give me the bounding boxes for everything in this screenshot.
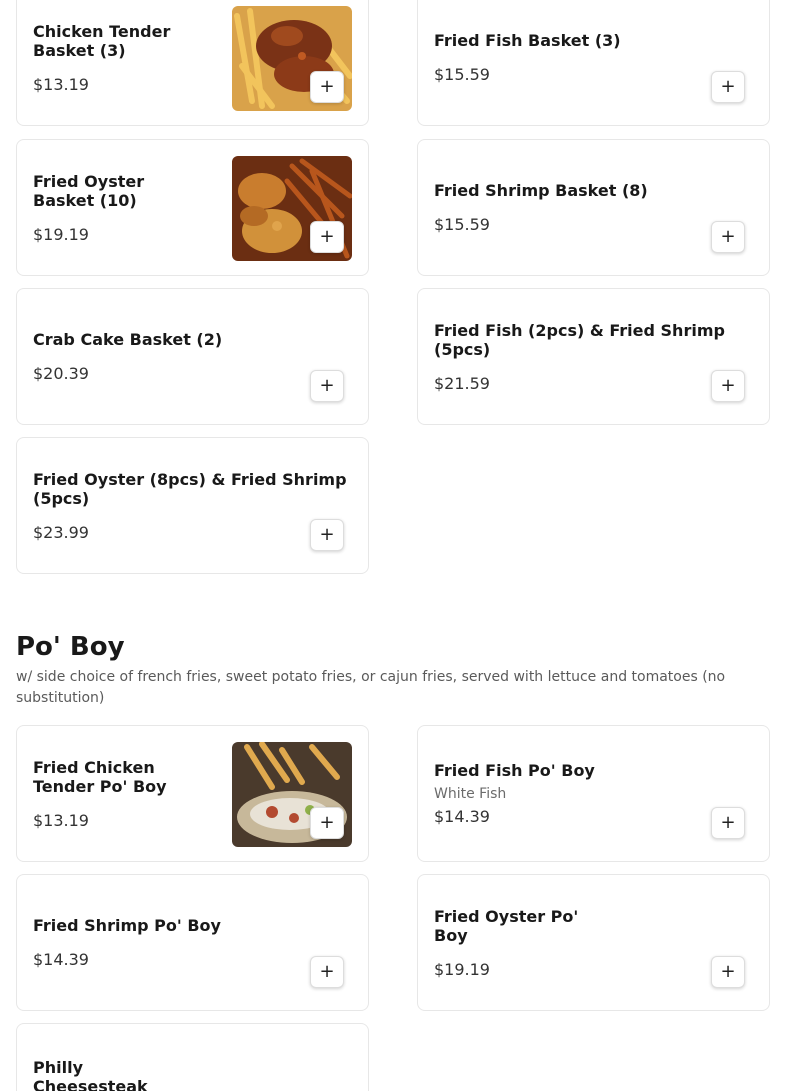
menu-item-info: Crab Cake Basket (2) $20.39 bbox=[33, 289, 333, 424]
menu-item-card[interactable]: Fried Fish Po' Boy White Fish $14.39 + bbox=[417, 725, 770, 862]
menu-item-name: Crab Cake Basket (2) bbox=[33, 330, 223, 349]
menu-page: Chicken Tender Basket (3) $13.19 + Fried… bbox=[0, 0, 785, 1091]
add-to-cart-button[interactable]: + bbox=[711, 71, 745, 103]
menu-item-card[interactable]: Fried Fish Basket (3) $15.59 + bbox=[417, 0, 770, 126]
plus-icon: + bbox=[319, 961, 335, 982]
menu-item-name: Fried Oyster (8pcs) & Fried Shrimp (5pcs… bbox=[33, 469, 347, 508]
menu-item-info: Fried Fish Basket (3) $15.59 bbox=[434, 0, 734, 125]
menu-item-name: Fried Chicken Tender Po' Boy bbox=[33, 757, 167, 796]
add-to-cart-button[interactable]: + bbox=[310, 807, 344, 839]
menu-item-info: Philly Cheesesteak bbox=[33, 1058, 183, 1091]
plus-icon: + bbox=[720, 812, 736, 833]
menu-item-name: Fried Fish Po' Boy bbox=[434, 761, 595, 780]
add-to-cart-button[interactable]: + bbox=[711, 807, 745, 839]
menu-item-info: Fried Fish (2pcs) & Fried Shrimp (5pcs) … bbox=[434, 289, 744, 424]
menu-item-info: Fried Fish Po' Boy White Fish $14.39 bbox=[434, 726, 734, 861]
menu-item-price: $15.59 bbox=[434, 215, 490, 234]
section-title: Po' Boy bbox=[16, 632, 125, 662]
menu-item-info: Fried Chicken Tender Po' Boy $13.19 bbox=[33, 726, 193, 861]
add-to-cart-button[interactable]: + bbox=[310, 71, 344, 103]
add-to-cart-button[interactable]: + bbox=[310, 519, 344, 551]
menu-item-price: $13.19 bbox=[33, 810, 89, 830]
menu-item-name: Chicken Tender Basket (3) bbox=[33, 21, 171, 60]
menu-item-name: Fried Oyster Po' Boy bbox=[434, 906, 579, 945]
menu-item-info: Fried Oyster Po' Boy $19.19 bbox=[434, 875, 594, 1010]
plus-icon: + bbox=[319, 524, 335, 545]
menu-item-name: Fried Fish (2pcs) & Fried Shrimp (5pcs) bbox=[434, 320, 725, 359]
menu-item-card[interactable]: Fried Chicken Tender Po' Boy $13.19 + bbox=[16, 725, 369, 862]
menu-item-price: $19.19 bbox=[434, 959, 490, 979]
menu-item-name: Fried Shrimp Po' Boy bbox=[33, 916, 221, 935]
menu-item-name: Philly Cheesesteak bbox=[33, 1058, 148, 1091]
plus-icon: + bbox=[720, 76, 736, 97]
plus-icon: + bbox=[720, 961, 736, 982]
menu-item-info: Fried Oyster (8pcs) & Fried Shrimp (5pcs… bbox=[33, 438, 363, 573]
add-to-cart-button[interactable]: + bbox=[310, 370, 344, 402]
menu-item-card[interactable]: Fried Oyster Po' Boy $19.19 + bbox=[417, 874, 770, 1011]
plus-icon: + bbox=[319, 812, 335, 833]
add-to-cart-button[interactable]: + bbox=[310, 956, 344, 988]
menu-item-card[interactable]: Chicken Tender Basket (3) $13.19 + bbox=[16, 0, 369, 126]
menu-item-card[interactable]: Philly Cheesesteak bbox=[16, 1023, 369, 1091]
menu-item-description: White Fish bbox=[434, 786, 507, 802]
menu-item-price: $13.19 bbox=[33, 74, 89, 94]
add-to-cart-button[interactable]: + bbox=[711, 221, 745, 253]
menu-item-card[interactable]: Fried Shrimp Po' Boy $14.39 + bbox=[16, 874, 369, 1011]
menu-item-price: $20.39 bbox=[33, 364, 89, 383]
menu-item-info: Fried Oyster Basket (10) $19.19 bbox=[33, 140, 193, 275]
section-description: w/ side choice of french fries, sweet po… bbox=[16, 669, 726, 706]
menu-item-name: Fried Fish Basket (3) bbox=[434, 31, 621, 50]
menu-item-price: $15.59 bbox=[434, 65, 490, 84]
add-to-cart-button[interactable]: + bbox=[310, 221, 344, 253]
plus-icon: + bbox=[319, 76, 335, 97]
menu-item-name: Fried Shrimp Basket (8) bbox=[434, 181, 648, 200]
menu-item-card[interactable]: Fried Shrimp Basket (8) $15.59 + bbox=[417, 139, 770, 276]
plus-icon: + bbox=[720, 375, 736, 396]
menu-item-name: Fried Oyster Basket (10) bbox=[33, 171, 145, 210]
plus-icon: + bbox=[319, 375, 335, 396]
menu-item-info: Fried Shrimp Basket (8) $15.59 bbox=[434, 140, 734, 275]
menu-item-info: Fried Shrimp Po' Boy $14.39 bbox=[33, 875, 333, 1010]
menu-item-price: $19.19 bbox=[33, 224, 89, 244]
menu-item-price: $21.59 bbox=[434, 373, 490, 393]
menu-item-card[interactable]: Fried Oyster Basket (10) $19.19 + bbox=[16, 139, 369, 276]
menu-item-price: $14.39 bbox=[434, 807, 490, 826]
add-to-cart-button[interactable]: + bbox=[711, 370, 745, 402]
plus-icon: + bbox=[720, 226, 736, 247]
menu-item-card[interactable]: Crab Cake Basket (2) $20.39 + bbox=[16, 288, 369, 425]
menu-item-card[interactable]: Fried Oyster (8pcs) & Fried Shrimp (5pcs… bbox=[16, 437, 369, 574]
add-to-cart-button[interactable]: + bbox=[711, 956, 745, 988]
plus-icon: + bbox=[319, 226, 335, 247]
menu-item-info: Chicken Tender Basket (3) $13.19 bbox=[33, 0, 208, 125]
menu-item-card[interactable]: Fried Fish (2pcs) & Fried Shrimp (5pcs) … bbox=[417, 288, 770, 425]
menu-item-price: $14.39 bbox=[33, 950, 89, 969]
